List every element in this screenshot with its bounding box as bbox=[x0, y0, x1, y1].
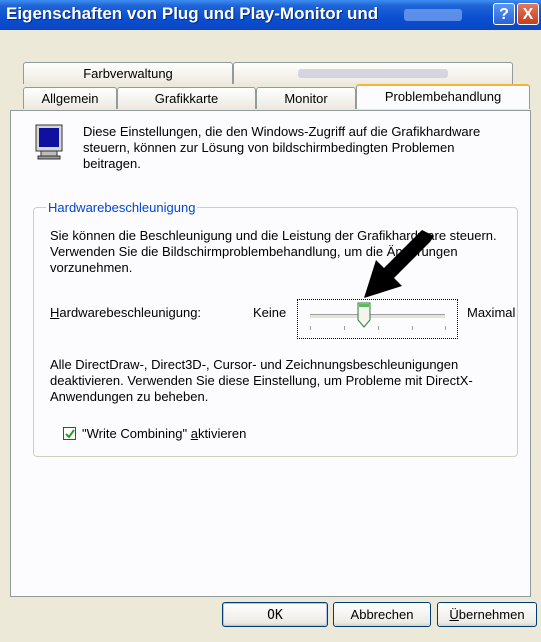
slider-min-label: Keine bbox=[253, 305, 287, 320]
close-button[interactable]: X bbox=[517, 3, 539, 25]
monitor-icon bbox=[35, 124, 63, 160]
hardware-description: Sie können die Beschleunigung und die Le… bbox=[50, 228, 497, 275]
slider-tick bbox=[412, 326, 413, 330]
window-title: Eigenschaften von Plug und Play-Monitor … bbox=[6, 4, 379, 23]
slider-tick bbox=[445, 326, 446, 330]
intro-text: Diese Einstellungen, die den Windows-Zug… bbox=[83, 124, 481, 171]
annotation-arrow-icon bbox=[364, 230, 434, 298]
tab-allgemein[interactable]: Allgemein bbox=[23, 87, 117, 109]
slider-tick bbox=[378, 326, 379, 330]
slider-tick bbox=[344, 326, 345, 330]
slider-thumb[interactable] bbox=[357, 302, 371, 328]
cancel-button[interactable]: Abbrechen bbox=[333, 602, 431, 627]
slider-max-label: Maximal bbox=[467, 305, 516, 320]
blurred-tab-label bbox=[298, 69, 448, 78]
tab-problembehandlung[interactable]: Problembehandlung bbox=[356, 84, 530, 109]
ok-button[interactable]: OK bbox=[222, 602, 328, 627]
title-bar[interactable]: Eigenschaften von Plug und Play-Monitor … bbox=[0, 0, 541, 30]
acceleration-slider[interactable] bbox=[297, 299, 458, 339]
group-title: Hardwarebeschleunigung bbox=[46, 200, 198, 215]
tab-blurred-extension[interactable] bbox=[233, 62, 513, 84]
write-combining-label[interactable]: "Write Combining" aktivieren bbox=[82, 426, 246, 441]
properties-dialog: Eigenschaften von Plug und Play-Monitor … bbox=[0, 0, 541, 642]
checkmark-icon bbox=[65, 429, 75, 439]
write-combining-checkbox[interactable] bbox=[63, 427, 76, 440]
blurred-title-fragment bbox=[404, 9, 462, 21]
slider-tick bbox=[310, 326, 311, 330]
acceleration-note: Alle DirectDraw-, Direct3D-, Cursor- und… bbox=[50, 357, 473, 404]
tab-monitor[interactable]: Monitor bbox=[256, 87, 356, 109]
tab-farbverwaltung[interactable]: Farbverwaltung bbox=[23, 62, 233, 84]
tab-grafikkarte[interactable]: Grafikkarte bbox=[117, 87, 256, 109]
slider-track bbox=[310, 314, 445, 319]
help-button[interactable]: ? bbox=[493, 3, 515, 25]
apply-button[interactable]: Übernehmen bbox=[437, 602, 537, 627]
slider-label: Hardwarebeschleunigung: bbox=[50, 305, 202, 320]
